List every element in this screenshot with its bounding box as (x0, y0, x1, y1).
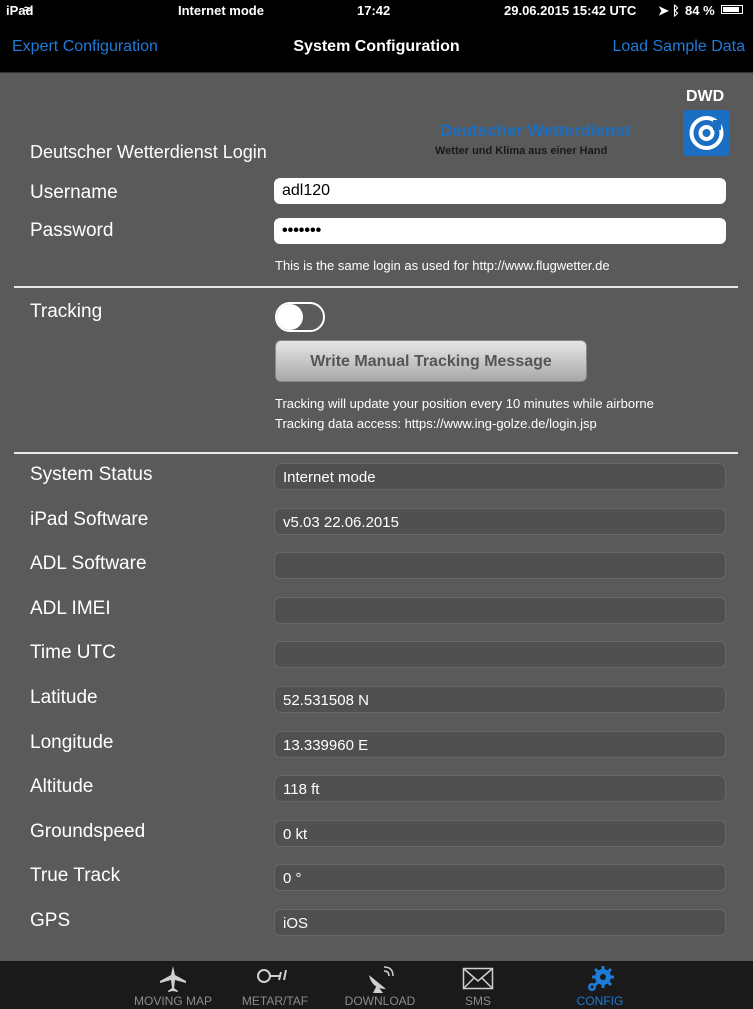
adl-imei-label: ADL IMEI (30, 598, 111, 619)
system-status-field: Internet mode (274, 463, 726, 490)
tab-label: SMS (464, 994, 491, 1008)
clock-label: 17:42 (357, 3, 391, 18)
ipad-software-field: v5.03 22.06.2015 (274, 508, 726, 535)
tab-download[interactable]: DOWNLOAD (340, 961, 420, 1009)
write-manual-tracking-message-button[interactable]: Write Manual Tracking Message (275, 340, 587, 382)
divider (14, 452, 738, 454)
system-status-label: System Status (30, 464, 153, 485)
login-note: This is the same login as used for http:… (275, 258, 610, 273)
adl-software-field (274, 552, 726, 579)
toggle-knob (277, 304, 303, 330)
wifi-icon: ≈ (24, 2, 31, 16)
adl-software-label: ADL Software (30, 553, 147, 574)
groundspeed-label: Groundspeed (30, 821, 146, 842)
navigation-bar: Expert Configuration System Configuratio… (0, 20, 753, 73)
divider (14, 286, 738, 288)
gps-label: GPS (30, 910, 71, 931)
time-utc-label: Time UTC (30, 642, 116, 663)
tab-label: METAR/TAF (241, 994, 309, 1008)
dwd-swirl-icon (683, 110, 730, 156)
latitude-field: 52.531508 N (274, 686, 726, 713)
true-track-field: 0 ° (274, 864, 726, 891)
tracking-toggle[interactable] (275, 302, 325, 332)
password-input[interactable]: ••••••• (274, 218, 726, 244)
mode-label: Internet mode (178, 3, 264, 18)
battery-label: 84 % (685, 3, 715, 18)
airplane-icon (160, 966, 186, 992)
tab-label: CONFIG (576, 994, 624, 1008)
tab-sms[interactable]: SMS (448, 961, 508, 1009)
dwd-logo-name: Deutscher Wetterdienst (440, 121, 631, 140)
tab-metar-taf[interactable]: METAR/TAF (234, 961, 316, 1009)
bluetooth-icon: ᛒ (672, 3, 680, 18)
battery-icon (721, 5, 743, 14)
adl-imei-field (274, 597, 726, 624)
tracking-note-line2: Tracking data access: https://www.ing-go… (275, 416, 597, 431)
groundspeed-field: 0 kt (274, 820, 726, 847)
longitude-field: 13.339960 E (274, 731, 726, 758)
altitude-label: Altitude (30, 776, 94, 797)
login-heading: Deutscher Wetterdienst Login (30, 142, 267, 162)
altitude-field: 118 ft (274, 775, 726, 802)
satellite-dish-icon (369, 966, 394, 993)
ipad-software-label: iPad Software (30, 509, 149, 530)
username-input[interactable]: adl120 (274, 178, 726, 204)
tab-moving-map[interactable]: MOVING MAP (128, 961, 218, 1009)
time-utc-field (274, 641, 726, 668)
username-label: Username (30, 182, 118, 203)
dwd-logo-badge: DWD (683, 88, 730, 166)
dwd-logo-slogan: Wetter und Klima aus einer Hand (435, 145, 608, 157)
true-track-label: True Track (30, 865, 121, 886)
tracking-note-line1: Tracking will update your position every… (275, 396, 654, 411)
gear-icon (588, 966, 614, 991)
latitude-label: Latitude (30, 687, 98, 708)
envelope-icon (462, 967, 494, 990)
load-sample-data-button[interactable]: Load Sample Data (612, 38, 745, 56)
tab-bar: MOVING MAP METAR/TAF DOWNLOAD SMS CONFIG (0, 961, 753, 1009)
datetime-utc-label: 29.06.2015 15:42 UTC (504, 3, 637, 18)
tab-label: MOVING MAP (133, 994, 212, 1008)
longitude-label: Longitude (30, 732, 114, 753)
windsock-icon (257, 969, 287, 983)
location-arrow-icon: ➤ (658, 3, 669, 18)
tab-label: DOWNLOAD (344, 994, 416, 1008)
password-label: Password (30, 220, 114, 241)
gps-field: iOS (274, 909, 726, 936)
tab-config[interactable]: CONFIG (570, 961, 630, 1009)
tracking-label: Tracking (30, 301, 103, 322)
status-bar: iPad ≈ Internet mode 17:42 29.06.2015 15… (0, 0, 753, 20)
dwd-badge-text: DWD (686, 88, 725, 105)
